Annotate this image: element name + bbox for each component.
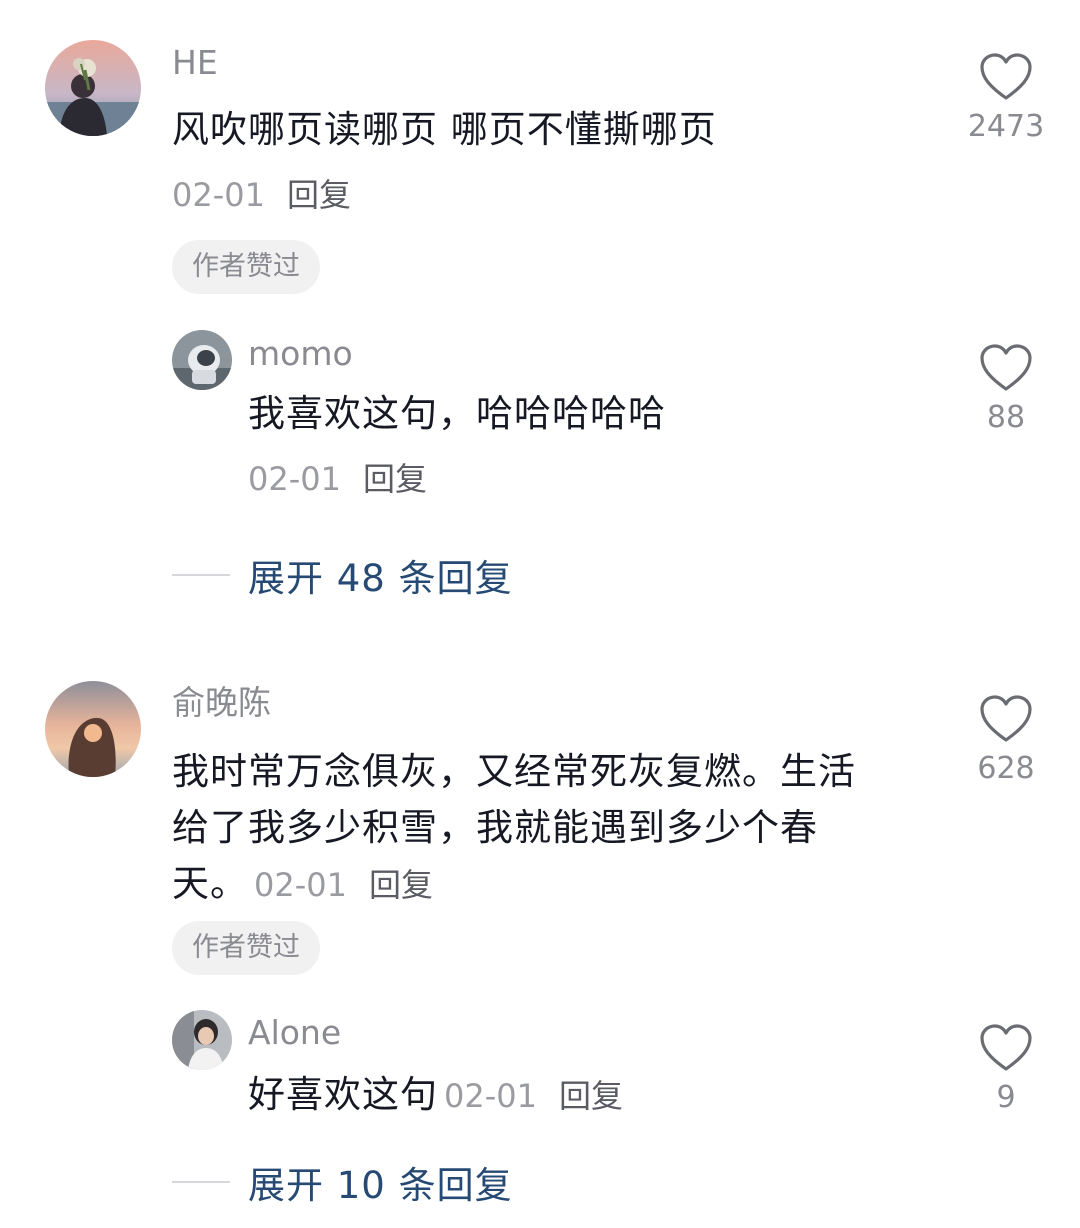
reply-button[interactable]: 回复 [369,866,433,904]
like-count: 628 [977,751,1035,786]
comment-username[interactable]: HE [172,46,218,79]
reply-button[interactable]: 回复 [363,460,427,498]
avatar[interactable] [172,330,232,390]
like-button[interactable]: 88 [956,343,1056,433]
like-button[interactable]: 628 [956,694,1056,784]
comment-date: 02-01 [172,176,265,214]
reply-meta: 02-01 回复 [248,463,427,495]
divider [172,574,230,576]
reply-text: 好喜欢这句 02-01 回复 [248,1067,908,1124]
reply-text: 我喜欢这句，哈哈哈哈哈 [248,392,666,435]
comment-date: 02-01 [254,866,347,904]
expand-replies-label: 展开 48 条回复 [248,557,513,600]
heart-outline-icon [980,53,1032,100]
comment-text: 我时常万念俱灰，又经常死灰复燃。生活给了我多少积雪，我就能遇到多少个春天。 02-… [172,744,892,913]
expand-replies-label: 展开 10 条回复 [248,1164,513,1207]
avatar[interactable] [172,1010,232,1070]
reply-username[interactable]: Alone [248,1016,341,1049]
avatar[interactable] [45,681,141,777]
expand-replies-button[interactable]: 展开 48 条回复 [172,548,513,602]
comment-meta: 02-01 回复 [172,179,351,211]
heart-outline-icon [980,695,1032,742]
reply-date: 02-01 [248,460,341,498]
author-liked-badge: 作者赞过 [172,240,320,294]
divider [172,1181,230,1183]
reply-button[interactable]: 回复 [559,1077,623,1115]
reply-date: 02-01 [444,1077,537,1115]
heart-outline-icon [980,1024,1032,1071]
comment-text: 风吹哪页读哪页 哪页不懂撕哪页 [172,108,717,151]
like-button[interactable]: 2473 [956,52,1056,142]
like-count: 9 [996,1080,1016,1115]
reply-button[interactable]: 回复 [287,176,351,214]
avatar[interactable] [45,40,141,136]
reply-text-body: 好喜欢这句 [248,1073,438,1116]
heart-outline-icon [980,344,1032,391]
like-count: 88 [986,400,1026,435]
like-count: 2473 [967,109,1045,144]
comment-username[interactable]: 俞晚陈 [172,686,271,719]
author-liked-badge: 作者赞过 [172,921,320,975]
like-button[interactable]: 9 [956,1023,1056,1113]
expand-replies-button[interactable]: 展开 10 条回复 [172,1155,513,1209]
reply-username[interactable]: momo [248,337,353,370]
